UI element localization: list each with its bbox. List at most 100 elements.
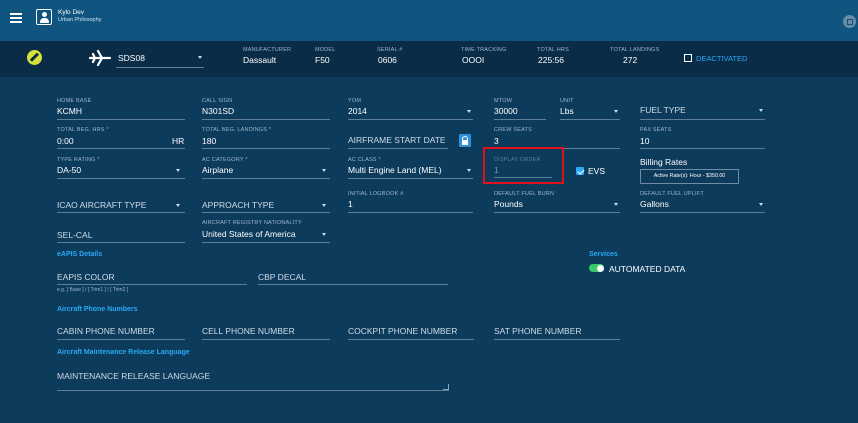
aircraft-select-underline: [116, 67, 204, 68]
user-avatar-icon[interactable]: [36, 9, 52, 25]
crew-seats-input[interactable]: 3: [494, 136, 499, 146]
call-sign-input[interactable]: N301SD: [202, 106, 234, 116]
ac-category-underline: [202, 178, 330, 179]
total-beg-landings-input[interactable]: 180: [202, 136, 216, 146]
initial-logbook-input[interactable]: 1: [348, 199, 353, 209]
automated-data-label: AUTOMATED DATA: [609, 264, 686, 274]
chevron-down-icon[interactable]: [759, 109, 763, 112]
eapis-section-title: eAPIS Details: [57, 251, 103, 258]
cabin-phone-input[interactable]: CABIN PHONE NUMBER: [57, 326, 155, 336]
unit-label: UNIT: [560, 98, 574, 104]
icao-aircraft-type-select[interactable]: ICAO AIRCRAFT TYPE: [57, 200, 146, 210]
cbp-decal-input[interactable]: CBP DECAL: [258, 272, 306, 282]
default-fuel-burn-label: DEFAULT FUEL BURN: [494, 191, 555, 197]
initial-logbook-label: INITIAL LOGBOOK #: [348, 191, 404, 197]
services-section-title: Services: [589, 251, 618, 258]
evs-checkbox[interactable]: [576, 167, 584, 175]
phone-section-title: Aircraft Phone Numbers: [57, 306, 138, 313]
chevron-down-icon[interactable]: [759, 203, 763, 206]
icao-aircraft-type-underline: [57, 212, 185, 213]
ac-category-select[interactable]: Airplane: [202, 165, 233, 175]
type-rating-underline: [57, 178, 185, 179]
display-order-input[interactable]: 1: [494, 165, 499, 175]
yom-select[interactable]: 2014: [348, 106, 367, 116]
display-order-label: DISPLAY ORDER: [494, 157, 541, 163]
total-beg-hrs-suffix: HR: [172, 136, 185, 146]
evs-label: EVS: [588, 166, 606, 176]
automated-data-toggle[interactable]: [589, 264, 604, 272]
fuel-type-underline: [640, 119, 765, 120]
cell-phone-input[interactable]: CELL PHONE NUMBER: [202, 326, 295, 336]
maintenance-section-title: Aircraft Maintenance Release Language: [57, 349, 190, 356]
approach-type-underline: [202, 212, 330, 213]
sat-phone-input[interactable]: SAT PHONE NUMBER: [494, 326, 582, 336]
chevron-down-icon[interactable]: [614, 110, 618, 113]
fuel-type-select[interactable]: FUEL TYPE: [640, 105, 686, 115]
unit-select[interactable]: Lbs: [560, 106, 574, 116]
total-beg-hrs-label: TOTAL BEG. HRS *: [57, 127, 109, 133]
time-tracking-label: TIME TRACKING: [461, 47, 507, 53]
type-rating-select[interactable]: DA-50: [57, 165, 81, 175]
eapis-color-input[interactable]: EAPIS COLOR: [57, 272, 115, 282]
resize-handle-icon[interactable]: [443, 384, 449, 390]
chevron-down-icon[interactable]: [614, 203, 618, 206]
home-base-input[interactable]: KCMH: [57, 106, 82, 116]
deactivated-checkbox[interactable]: [684, 54, 692, 62]
initial-logbook-underline: [348, 212, 473, 213]
selcal-underline: [57, 242, 185, 243]
total-landings-label: TOTAL LANDINGS: [610, 47, 660, 53]
default-fuel-uplift-underline: [640, 212, 765, 213]
hamburger-menu-icon[interactable]: [10, 13, 22, 23]
pax-seats-underline: [640, 148, 765, 149]
yom-label: YOM: [348, 98, 362, 104]
maintenance-release-underline: [57, 390, 449, 391]
yom-underline: [348, 119, 473, 120]
chevron-down-icon[interactable]: [467, 110, 471, 113]
active-rates-button[interactable]: Active Rate(s): Hour - $350.00: [640, 169, 739, 184]
chevron-down-icon[interactable]: [176, 169, 180, 172]
chevron-down-icon[interactable]: [467, 169, 471, 172]
deactivated-label: DEACTIVATED: [696, 54, 748, 63]
save-icon[interactable]: [843, 15, 856, 28]
billing-rates-label: Billing Rates: [640, 157, 688, 167]
user-name: Kylo Dev: [58, 9, 85, 16]
cockpit-phone-input[interactable]: COCKPIT PHONE NUMBER: [348, 326, 457, 336]
registry-nationality-underline: [202, 242, 330, 243]
type-rating-label: TYPE RATING *: [57, 157, 100, 163]
chevron-down-icon[interactable]: [322, 233, 326, 236]
mtow-input[interactable]: 30000: [494, 106, 518, 116]
ac-class-underline: [348, 178, 473, 179]
registry-nationality-select[interactable]: United States of America: [202, 229, 296, 239]
default-fuel-burn-select[interactable]: Pounds: [494, 199, 523, 209]
ac-class-select[interactable]: Multi Engine Land (MEL): [348, 165, 442, 175]
chevron-down-icon[interactable]: [176, 204, 180, 207]
total-beg-hrs-underline: [57, 148, 185, 149]
aircraft-tail-select[interactable]: SDS08: [118, 53, 145, 63]
airplane-icon: [89, 49, 111, 67]
default-fuel-burn-underline: [494, 212, 620, 213]
chevron-down-icon[interactable]: [322, 169, 326, 172]
maintenance-release-textarea[interactable]: MAINTENANCE RELEASE LANGUAGE: [57, 371, 210, 381]
display-order-underline: [494, 177, 552, 178]
chevron-down-icon[interactable]: [322, 204, 326, 207]
call-sign-label: CALL SIGN: [202, 98, 233, 104]
home-base-label: HOME BASE: [57, 98, 92, 104]
manufacturer-value: Dassault: [243, 55, 277, 65]
user-org: Urban Philosophy: [58, 17, 102, 23]
model-value: F50: [315, 55, 330, 65]
default-fuel-uplift-select[interactable]: Gallons: [640, 199, 669, 209]
lock-icon[interactable]: [459, 134, 471, 147]
top-bar: Kylo Dev Urban Philosophy: [0, 0, 858, 41]
cockpit-phone-underline: [348, 339, 474, 340]
selcal-input[interactable]: SEL-CAL: [57, 230, 92, 240]
edit-pencil-icon[interactable]: [27, 50, 42, 65]
total-beg-hrs-input[interactable]: 0:00: [57, 136, 74, 146]
eapis-color-underline: [57, 284, 247, 285]
approach-type-select[interactable]: APPROACH TYPE: [202, 200, 274, 210]
serial-value: 0606: [378, 55, 397, 65]
mtow-underline: [494, 119, 546, 120]
chevron-down-icon[interactable]: [198, 56, 202, 59]
airframe-start-date-input[interactable]: AIRFRAME START DATE: [348, 135, 446, 145]
pax-seats-input[interactable]: 10: [640, 136, 649, 146]
mtow-label: MTOW: [494, 98, 513, 104]
